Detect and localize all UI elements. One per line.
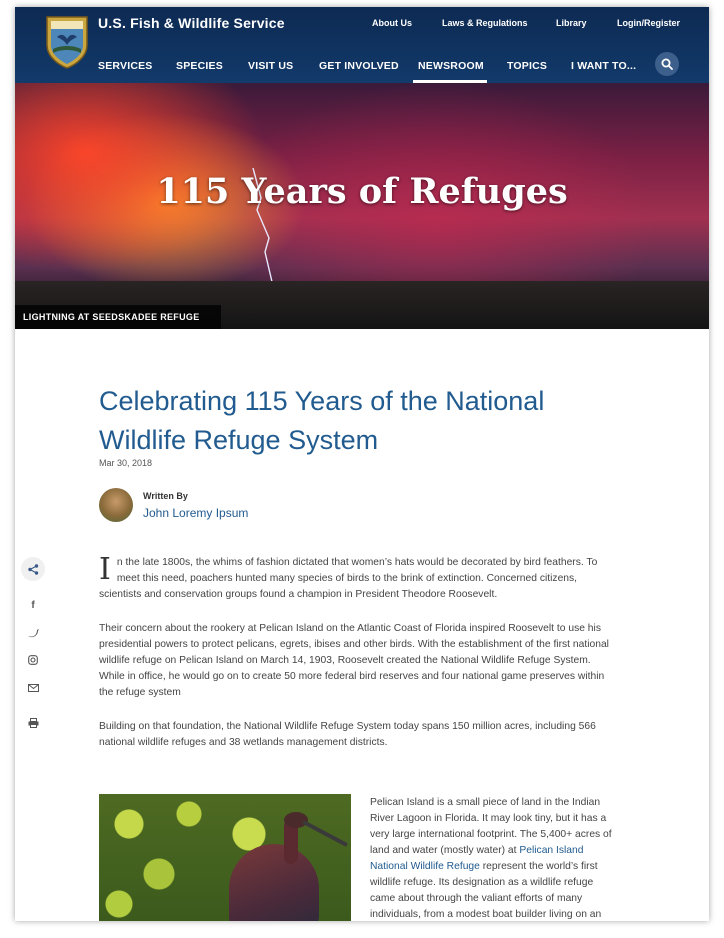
share-icon[interactable] <box>21 557 45 581</box>
about-us-link[interactable]: About Us <box>372 18 412 28</box>
print-icon[interactable] <box>21 713 45 733</box>
nav-visit-us[interactable]: VISIT US <box>248 60 293 72</box>
nav-i-want-to[interactable]: I WANT TO... <box>571 60 636 72</box>
article-paragraph-3: Building on that foundation, the Nationa… <box>99 721 596 748</box>
nav-services[interactable]: SERVICES <box>98 60 153 72</box>
publish-date: Mar 30, 2018 <box>99 458 153 468</box>
laws-regulations-link[interactable]: Laws & Regulations <box>442 18 528 28</box>
hero-title: 115 Years of Refuges <box>156 171 568 212</box>
article-paragraph-2: Their concern about the rookery at Pelic… <box>99 623 609 698</box>
nav-get-involved[interactable]: GET INVOLVED <box>319 60 399 72</box>
nav-species[interactable]: SPECIES <box>176 60 223 72</box>
site-header: U.S. Fish & Wildlife Service About Us La… <box>15 7 709 83</box>
email-icon[interactable] <box>21 678 45 698</box>
library-link[interactable]: Library <box>556 18 587 28</box>
author-name-link[interactable]: John Loremy Ipsum <box>143 506 248 520</box>
ibis-beak <box>302 820 349 848</box>
pelican-island-paragraph: Pelican Island is a small piece of land … <box>370 797 612 920</box>
login-register-link[interactable]: Login/Register <box>617 18 680 28</box>
usfws-logo[interactable] <box>45 15 89 69</box>
hero-caption: LIGHTNING AT SEEDSKADEE REFUGE <box>15 305 221 329</box>
search-button[interactable] <box>655 52 679 76</box>
site-title[interactable]: U.S. Fish & Wildlife Service <box>98 15 285 31</box>
page-frame: U.S. Fish & Wildlife Service About Us La… <box>15 7 709 921</box>
instagram-icon[interactable] <box>21 650 45 670</box>
author-avatar[interactable] <box>99 488 133 522</box>
twitter-icon[interactable] <box>21 623 45 643</box>
nav-topics[interactable]: TOPICS <box>507 60 547 72</box>
article-paragraph-1: In the late 1800s, the whims of fashion … <box>99 552 598 601</box>
hero-banner: 115 Years of Refuges LIGHTNING AT SEEDSK… <box>15 83 709 329</box>
search-icon <box>661 58 673 70</box>
ibis-body <box>229 844 319 921</box>
drop-cap: I <box>99 552 111 587</box>
written-by-label: Written By <box>143 491 188 501</box>
facebook-icon[interactable]: f <box>21 595 45 615</box>
nav-newsroom[interactable]: NEWSROOM <box>418 60 484 72</box>
article-title: Celebrating 115 Years of the National Wi… <box>99 386 545 455</box>
ibis-photo[interactable] <box>99 794 351 921</box>
